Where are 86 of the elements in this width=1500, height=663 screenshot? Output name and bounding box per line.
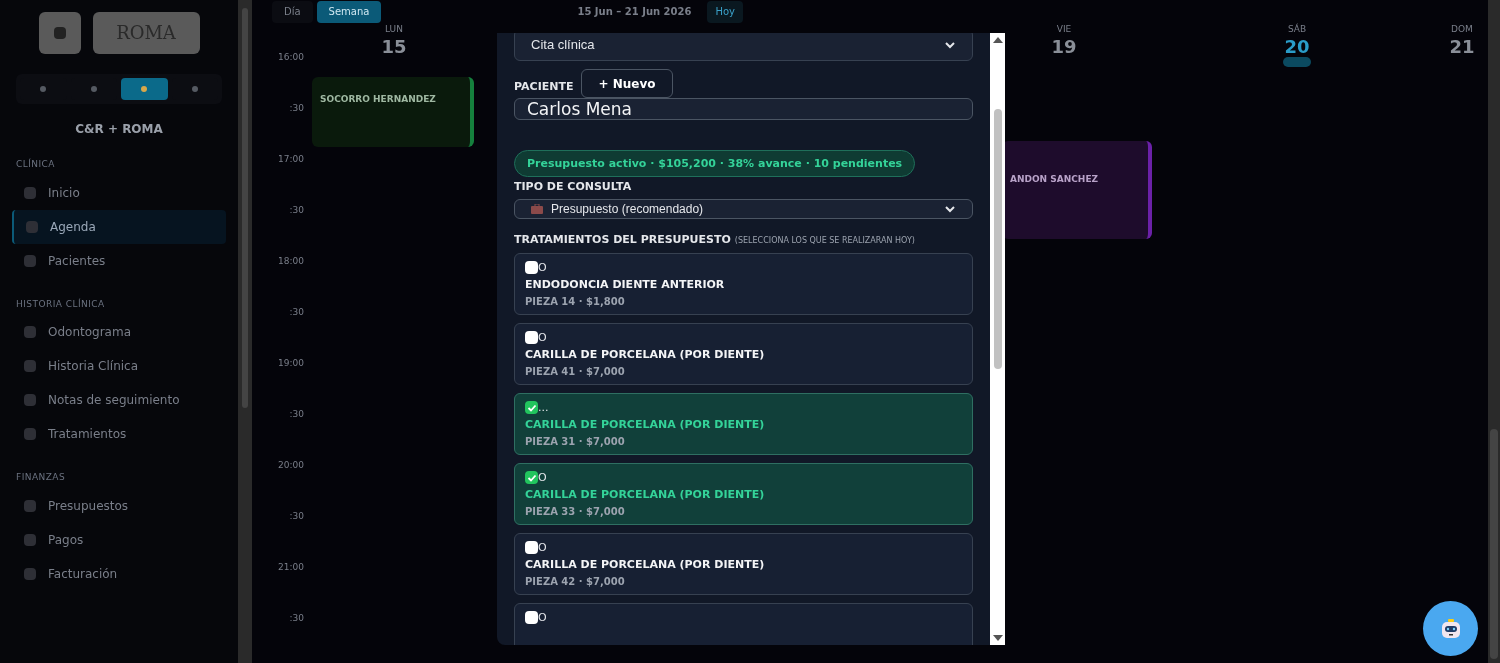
day-number: 15	[381, 36, 407, 57]
checkbox[interactable]	[525, 471, 538, 484]
checkbox[interactable]	[525, 401, 538, 414]
patient-name: ANDON SANCHEZ	[1010, 173, 1100, 186]
nav-item[interactable]: Odontograma	[12, 315, 226, 349]
field-label: PACIENTE	[514, 79, 574, 96]
time-label: :30	[288, 306, 305, 319]
nav-item[interactable]: Tratamientos	[12, 417, 226, 451]
time-label: 16:00	[277, 51, 305, 64]
treatment-name: CARILLA DE PORCELANA (POR DIENTE)	[525, 557, 766, 573]
weekday-label: DOM	[1451, 23, 1473, 36]
chevron-down-icon	[944, 39, 956, 51]
treatment-name: ENDODONCIA DIENTE ANTERIOR	[525, 277, 726, 293]
checkmark-icon	[526, 402, 537, 413]
checkbox[interactable]	[525, 331, 538, 344]
brand-name: C&R + ROMA	[74, 121, 164, 138]
checkbox[interactable]	[525, 541, 538, 554]
nav-item[interactable]: Facturación	[12, 556, 226, 591]
checkbox[interactable]	[525, 261, 538, 274]
treatment-name: CARILLA DE PORCELANA (POR DIENTE)	[525, 347, 766, 363]
time-label: 19:00	[277, 357, 305, 370]
nav-item[interactable]: Presupuestos	[12, 488, 226, 523]
section-title: HISTORIA CLÍNICA	[15, 297, 106, 311]
time-label: :30	[288, 510, 305, 523]
weekday-label: SÁB	[1287, 23, 1307, 36]
day-number: 21	[1449, 36, 1475, 57]
new-patient-button[interactable]: + Nuevo	[581, 69, 673, 98]
time-label: :30	[288, 102, 305, 115]
chatbot-button[interactable]	[1423, 601, 1478, 656]
option-mark: O	[538, 262, 547, 274]
time-label: 21:00	[277, 561, 305, 574]
time-label: 20:00	[277, 459, 305, 472]
option-mark: O	[538, 542, 547, 554]
nav-item[interactable]: Pagos	[12, 522, 226, 557]
treatment-option[interactable]: ... CARILLA DE PORCELANA (POR DIENTE) PIEZA 31 · $7,000	[514, 393, 973, 455]
today-button[interactable]: Hoy	[707, 0, 743, 23]
view-tab[interactable]: Día	[272, 0, 313, 23]
time-label: :30	[288, 408, 305, 421]
nav-item[interactable]: Pacientes	[12, 243, 226, 278]
treatment-detail: PIEZA 31 · $7,000	[525, 434, 626, 449]
treatment-option[interactable]: O	[514, 603, 973, 645]
day-number: 19	[1051, 36, 1077, 57]
appointment-card[interactable]: SOCORRO HERNANDEZ	[312, 77, 474, 147]
section-title: CLÍNICA	[15, 158, 56, 171]
section-label: TRATAMIENTOS DEL PRESUPUESTO	[514, 231, 731, 248]
treatment-option[interactable]: O CARILLA DE PORCELANA (POR DIENTE) PIEZA 33 · $7,000	[514, 463, 973, 525]
field-label: TIPO DE CONSULTA	[514, 179, 633, 195]
treatment-detail: PIEZA 33 · $7,000	[525, 504, 626, 519]
day-number: 20	[1284, 36, 1310, 57]
budget-badge: Presupuesto activo · $105,200 · 38% avance · 10 pendientes	[514, 150, 916, 177]
time-label: 17:00	[277, 153, 305, 166]
treatment-option[interactable]: O CARILLA DE PORCELANA (POR DIENTE) PIEZA 41 · $7,000	[514, 323, 973, 385]
appointment-card[interactable]: ANDON SANCHEZ	[1002, 141, 1152, 239]
treatment-detail: PIEZA 42 · $7,000	[525, 574, 626, 589]
checkbox[interactable]	[525, 611, 538, 624]
treatment-name: CARILLA DE PORCELANA (POR DIENTE)	[525, 487, 766, 503]
checkmark-icon	[526, 472, 537, 483]
time-label: 18:00	[277, 255, 305, 268]
weekday-label: LUN	[385, 23, 403, 36]
treatment-detail: PIEZA 41 · $7,000	[525, 364, 626, 379]
weekday-label: VIE	[1056, 23, 1072, 36]
nav-item[interactable]: Notas de seguimiento	[12, 383, 226, 417]
briefcase-icon	[531, 203, 543, 214]
treatment-option[interactable]: O ENDODONCIA DIENTE ANTERIOR PIEZA 14 · $1,800	[514, 253, 973, 315]
option-mark: O	[538, 612, 547, 624]
nav-item[interactable]: Agenda	[12, 209, 226, 244]
date-range: 15 Jun – 21 Jun 2026	[577, 5, 692, 19]
nav-item[interactable]: Historia Clínica	[12, 349, 226, 383]
option-mark: ...	[538, 402, 549, 414]
theme-option[interactable]	[121, 78, 168, 100]
patient-name: SOCORRO HERNANDEZ	[320, 93, 437, 106]
treatment-option[interactable]: O CARILLA DE PORCELANA (POR DIENTE) PIEZA 42 · $7,000	[514, 533, 973, 595]
treatment-name: CARILLA DE PORCELANA (POR DIENTE)	[525, 417, 766, 433]
time-label: :30	[288, 612, 305, 625]
section-title: FINANZAS	[15, 471, 67, 484]
nav-item[interactable]: Inicio	[12, 175, 226, 210]
time-label: :30	[288, 204, 305, 217]
patient-input[interactable]: Carlos Mena	[514, 98, 973, 120]
today-pill	[1283, 56, 1311, 67]
option-mark: O	[538, 332, 547, 344]
option-mark: O	[538, 472, 547, 484]
select-field[interactable]: Cita clínica	[514, 33, 973, 61]
view-tab[interactable]: Semana	[316, 0, 382, 23]
section-hint: (SELECCIONA LOS QUE SE REALIZARAN HOY)	[734, 234, 915, 247]
consultation-type-select[interactable]: Presupuesto (recomendado)	[514, 198, 973, 219]
treatment-detail: PIEZA 14 · $1,800	[525, 294, 626, 309]
